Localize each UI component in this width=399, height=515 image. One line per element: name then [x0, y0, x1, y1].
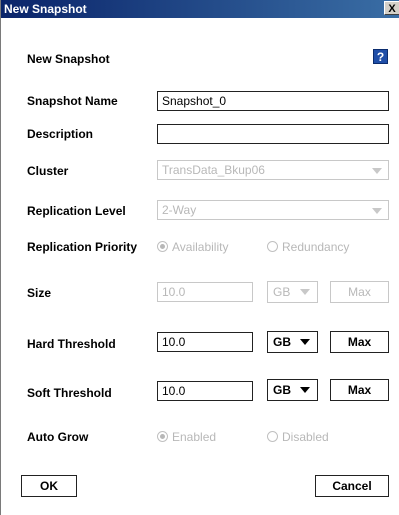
radio-unselected-icon	[267, 241, 278, 252]
radio-availability: Availability	[157, 240, 228, 254]
radio-availability-label: Availability	[172, 240, 229, 254]
cancel-button[interactable]: Cancel	[315, 475, 389, 497]
dialog-heading: New Snapshot	[27, 52, 110, 66]
radio-disabled-label: Disabled	[282, 430, 329, 444]
size-unit-select: GB	[267, 281, 318, 303]
cluster-select: TransData_Bkup06	[157, 160, 389, 180]
soft-threshold-max-button[interactable]: Max	[330, 379, 389, 401]
chevron-down-icon	[372, 208, 382, 214]
title-bar: New Snapshot X	[1, 0, 399, 18]
radio-redundancy: Redundancy	[267, 240, 349, 254]
radio-enabled-label: Enabled	[172, 430, 217, 444]
replication-level-select: 2-Way	[157, 200, 389, 220]
hard-threshold-input[interactable]: 10.0	[157, 332, 253, 352]
soft-threshold-input[interactable]: 10.0	[157, 381, 253, 401]
auto-grow-label: Auto Grow	[27, 430, 89, 444]
chevron-down-icon	[300, 387, 310, 393]
new-snapshot-dialog: New Snapshot X New Snapshot ? Snapshot N…	[0, 0, 399, 515]
chevron-down-icon	[300, 339, 310, 345]
snapshot-name-label: Snapshot Name	[27, 94, 118, 108]
description-label: Description	[27, 127, 94, 141]
size-max-button: Max	[330, 281, 389, 303]
replication-priority-label: Replication Priority	[27, 240, 138, 254]
chevron-down-icon	[300, 289, 310, 295]
radio-unselected-icon	[267, 431, 278, 442]
description-input[interactable]	[157, 124, 389, 144]
radio-selected-icon	[157, 431, 168, 442]
hard-threshold-unit-value: GB	[273, 335, 291, 349]
replication-level-label: Replication Level	[27, 204, 126, 218]
radio-disabled: Disabled	[267, 430, 329, 444]
cluster-label: Cluster	[27, 164, 69, 178]
soft-threshold-label: Soft Threshold	[27, 386, 112, 400]
snapshot-name-input[interactable]: Snapshot_0	[157, 91, 389, 111]
help-icon[interactable]: ?	[373, 49, 388, 64]
soft-threshold-unit-select[interactable]: GB	[267, 379, 318, 401]
chevron-down-icon	[372, 168, 382, 174]
hard-threshold-label: Hard Threshold	[27, 337, 116, 351]
radio-redundancy-label: Redundancy	[282, 240, 350, 254]
window-title: New Snapshot	[4, 2, 87, 16]
hard-threshold-unit-select[interactable]: GB	[267, 331, 318, 353]
size-input: 10.0	[157, 282, 253, 302]
close-icon[interactable]: X	[384, 1, 399, 15]
ok-button[interactable]: OK	[21, 475, 77, 497]
size-label: Size	[27, 286, 52, 300]
size-unit-value: GB	[273, 285, 291, 299]
replication-level-value: 2-Way	[162, 203, 197, 217]
soft-threshold-unit-value: GB	[273, 383, 291, 397]
hard-threshold-max-button[interactable]: Max	[330, 331, 389, 353]
cluster-value: TransData_Bkup06	[162, 163, 265, 177]
radio-enabled: Enabled	[157, 430, 216, 444]
radio-selected-icon	[157, 241, 168, 252]
